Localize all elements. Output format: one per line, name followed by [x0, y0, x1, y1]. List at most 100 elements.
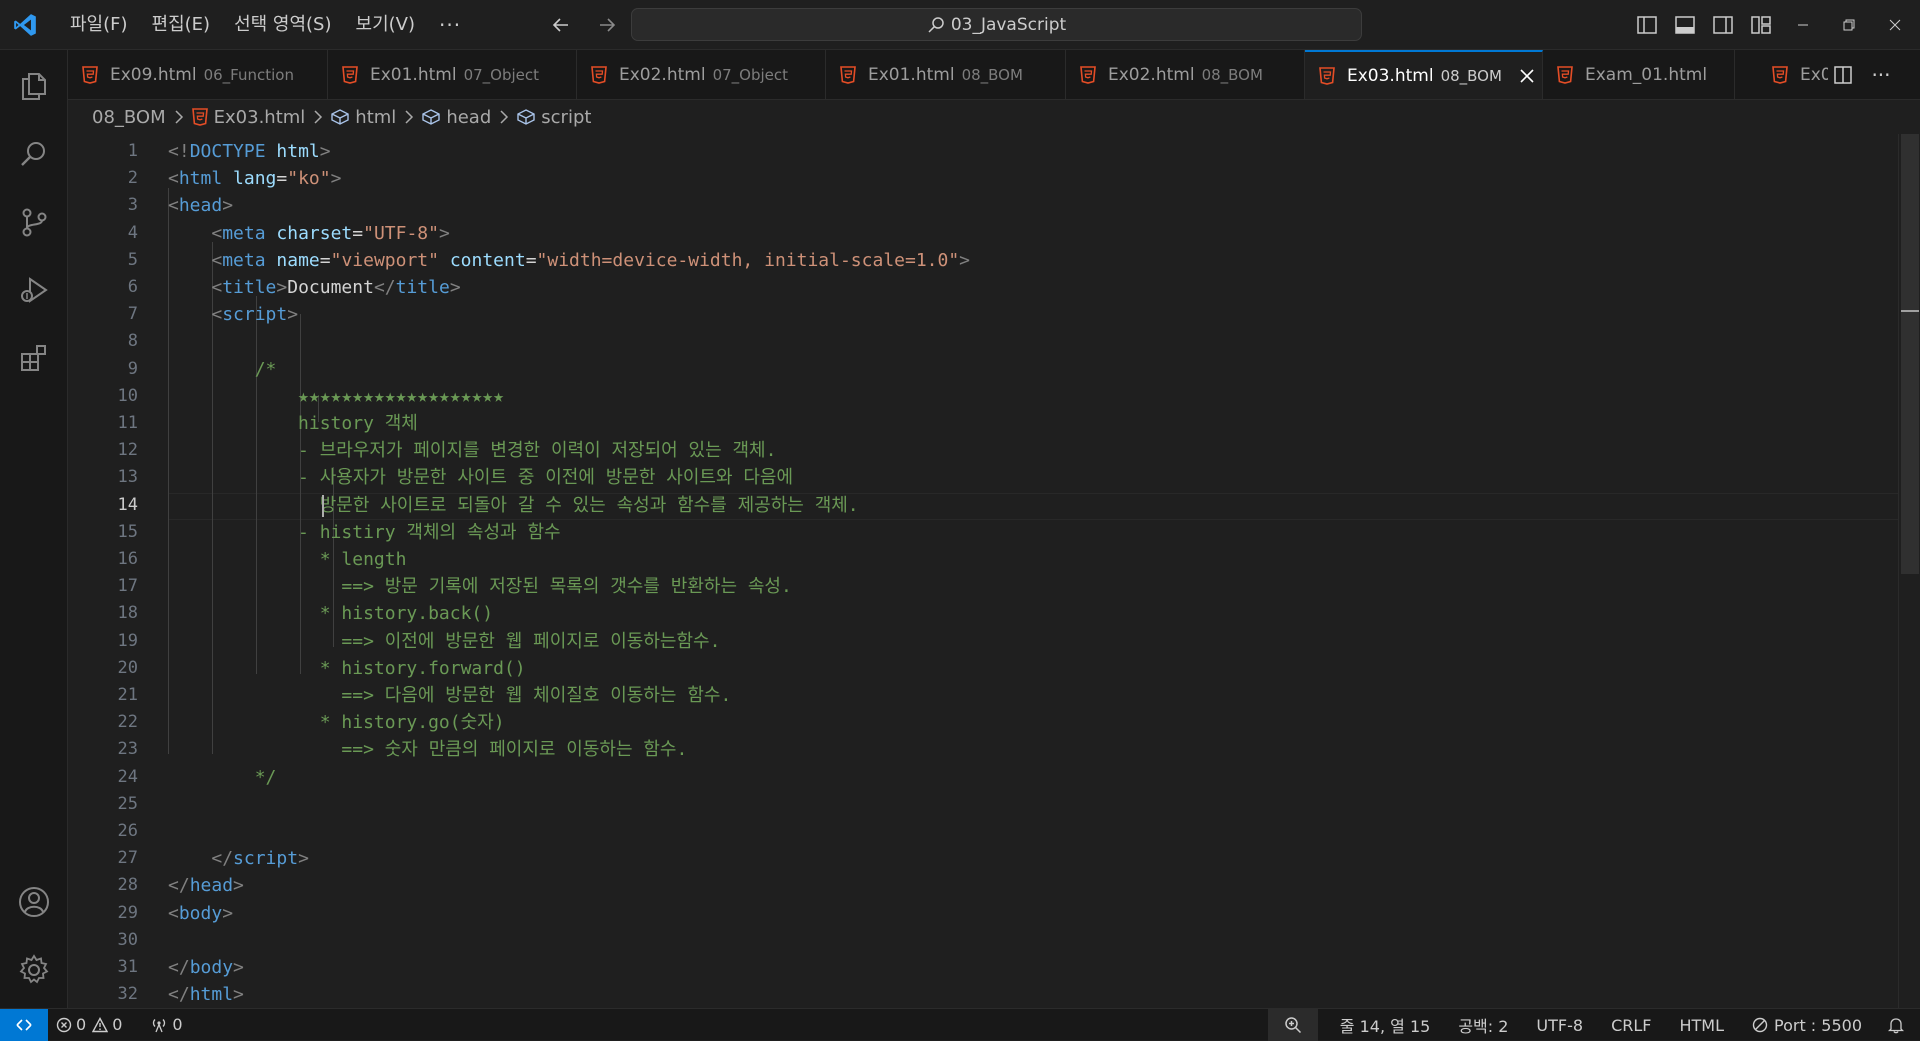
code-line[interactable]: </script> [168, 845, 309, 872]
scrollbar-cursor-marker [1901, 310, 1919, 312]
symbol-element-icon [517, 109, 535, 125]
back-arrow-icon[interactable] [545, 9, 577, 41]
code-line[interactable]: </head> [168, 872, 244, 899]
tab-filename: Ex01.html [868, 65, 955, 85]
vertical-scrollbar[interactable] [1898, 134, 1920, 1008]
line-number: 30 [117, 929, 138, 950]
line-number: 9 [127, 358, 138, 379]
breadcrumb-symbol-script[interactable]: script [517, 107, 591, 128]
code-line[interactable]: * history.back() [168, 600, 493, 627]
code-line[interactable]: /* [168, 356, 277, 383]
code-line[interactable]: </html> [168, 981, 244, 1008]
tab-filename: Exam_01.html [1585, 65, 1708, 85]
code-line[interactable]: * length [168, 546, 407, 573]
ports-status[interactable]: 0 [142, 1009, 190, 1041]
tab-ex02-html-bom[interactable]: Ex02.html 08_BOM [1066, 50, 1305, 99]
html-file-icon [1317, 66, 1337, 86]
menu-more-button[interactable]: ··· [427, 13, 473, 37]
code-line[interactable]: history 객체 [168, 410, 418, 437]
explorer-icon[interactable] [12, 64, 56, 108]
notifications-bell-icon[interactable] [1876, 1009, 1920, 1041]
close-tab-icon[interactable] [1520, 69, 1534, 83]
code-editor[interactable]: 1 2 3 4 5 6 7 8 9 10 11 12 13 14 15 16 17 18 19 20 21 22 23 24 2… [68, 134, 1920, 1008]
code-line[interactable]: ==> 다음에 방문한 웹 체이질호 이동하는 함수. [168, 682, 731, 709]
code-line[interactable]: ★★★★★★★★★★★★★★★★★★★ [168, 383, 504, 410]
line-number: 7 [127, 304, 138, 325]
menu-view[interactable]: 보기(V) [344, 8, 427, 42]
tab-ex01-html-object[interactable]: Ex01.html 07_Object [328, 50, 577, 99]
extensions-icon[interactable] [12, 336, 56, 380]
line-number: 13 [117, 467, 138, 488]
breadcrumb-symbol-html[interactable]: html [331, 107, 396, 128]
line-number: 10 [117, 385, 138, 406]
indentation-setting[interactable]: 공백: 2 [1444, 1009, 1522, 1041]
code-line[interactable]: <body> [168, 900, 233, 927]
toggle-primary-sidebar-icon[interactable] [1632, 10, 1662, 40]
tab-filename: Ex03.html [1347, 66, 1434, 86]
customize-layout-icon[interactable] [1746, 10, 1776, 40]
language-mode[interactable]: HTML [1665, 1009, 1738, 1041]
code-line[interactable]: ==> 이전에 방문한 웹 페이지로 이동하는함수. [168, 628, 720, 655]
code-line[interactable]: <meta charset="UTF-8"> [168, 220, 449, 247]
code-line[interactable]: ==> 방문 기록에 저장된 목록의 갯수를 반환하는 속성. [168, 573, 791, 600]
line-number: 12 [117, 440, 138, 461]
tab-ex09-html[interactable]: Ex09.html 06_Function [68, 50, 328, 99]
scrollbar-thumb[interactable] [1901, 134, 1919, 574]
menu-selection[interactable]: 선택 영역(S) [222, 8, 343, 42]
code-line[interactable]: - 브라우저가 페이지를 변경한 이력이 저장되어 있는 객체. [168, 437, 776, 464]
more-actions-button[interactable]: ··· [1866, 60, 1896, 90]
code-line[interactable]: <html lang="ko"> [168, 165, 341, 192]
html-file-icon [1555, 65, 1575, 85]
source-control-icon[interactable] [12, 200, 56, 244]
menu-edit[interactable]: 편집(E) [140, 8, 223, 42]
title-bar: 파일(F) 편집(E) 선택 영역(S) 보기(V) ··· 03_JavaSc… [0, 0, 1920, 50]
split-editor-icon[interactable] [1828, 60, 1858, 90]
tab-exam01-html[interactable]: Exam_01.html [1543, 50, 1735, 99]
search-view-icon[interactable] [12, 132, 56, 176]
breadcrumb-folder[interactable]: 08_BOM [92, 107, 166, 128]
restore-icon[interactable] [1826, 0, 1872, 50]
code-line[interactable]: </body> [168, 954, 244, 981]
code-line[interactable]: 방문한 사이트로 되돌아 갈 수 있는 속성과 함수를 제공하는 객체. [168, 492, 859, 519]
code-line[interactable]: * history.forward() [168, 655, 526, 682]
toggle-secondary-sidebar-icon[interactable] [1708, 10, 1738, 40]
tab-filename: Ex09.html [110, 65, 197, 85]
html-file-icon [191, 108, 208, 126]
vscode-logo-icon [0, 0, 50, 50]
symbol-element-icon [331, 109, 349, 125]
toggle-panel-icon[interactable] [1670, 10, 1700, 40]
zoom-icon[interactable] [1267, 1009, 1318, 1041]
encoding-setting[interactable]: UTF-8 [1522, 1009, 1597, 1041]
remote-indicator-icon[interactable] [0, 1008, 48, 1041]
minimize-icon[interactable] [1780, 0, 1826, 50]
code-line[interactable]: <!DOCTYPE html> [168, 138, 331, 165]
command-center-search[interactable]: 03_JavaScript [631, 8, 1362, 41]
code-line[interactable]: */ [168, 764, 277, 791]
code-line[interactable]: * history.go(숫자) [168, 709, 505, 736]
code-line[interactable]: <title>Document</title> [168, 274, 460, 301]
code-line[interactable]: - histiry 객체의 속성과 함수 [168, 519, 561, 546]
run-debug-icon[interactable] [12, 268, 56, 312]
tab-ex03-html-bom-active[interactable]: Ex03.html 08_BOM [1305, 50, 1543, 99]
code-line[interactable]: <script> [168, 301, 298, 328]
problems-status[interactable]: 0 0 [48, 1009, 130, 1041]
html-file-icon [340, 65, 360, 85]
menu-file[interactable]: 파일(F) [58, 8, 140, 42]
breadcrumb-symbol-head[interactable]: head [422, 107, 491, 128]
forward-arrow-icon[interactable] [591, 9, 623, 41]
code-line[interactable]: ==> 숫자 만큼의 페이지로 이동하는 함수. [168, 736, 687, 763]
code-line[interactable]: <head> [168, 192, 233, 219]
settings-gear-icon[interactable] [12, 948, 56, 992]
tab-ex02-html-object[interactable]: Ex02.html 07_Object [577, 50, 826, 99]
breadcrumb-file[interactable]: Ex03.html [191, 107, 305, 128]
cursor-position[interactable]: 줄 14, 열 15 [1326, 1009, 1445, 1041]
account-icon[interactable] [12, 880, 56, 924]
code-line[interactable]: - 사용자가 방문한 사이트 중 이전에 방문한 사이트와 다음에 [168, 464, 793, 491]
close-window-icon[interactable] [1872, 0, 1918, 50]
tab-ex01-html-bom[interactable]: Ex01.html 08_BOM [826, 50, 1066, 99]
editor-tab-bar: Ex09.html 06_Function Ex01.html 07_Objec… [68, 50, 1920, 100]
live-server-port[interactable]: Port : 5500 [1738, 1009, 1876, 1041]
eol-setting[interactable]: CRLF [1597, 1009, 1665, 1041]
code-line[interactable]: <meta name="viewport" content="width=dev… [168, 247, 970, 274]
breadcrumb: 08_BOM Ex03.html html head script [68, 100, 1920, 134]
